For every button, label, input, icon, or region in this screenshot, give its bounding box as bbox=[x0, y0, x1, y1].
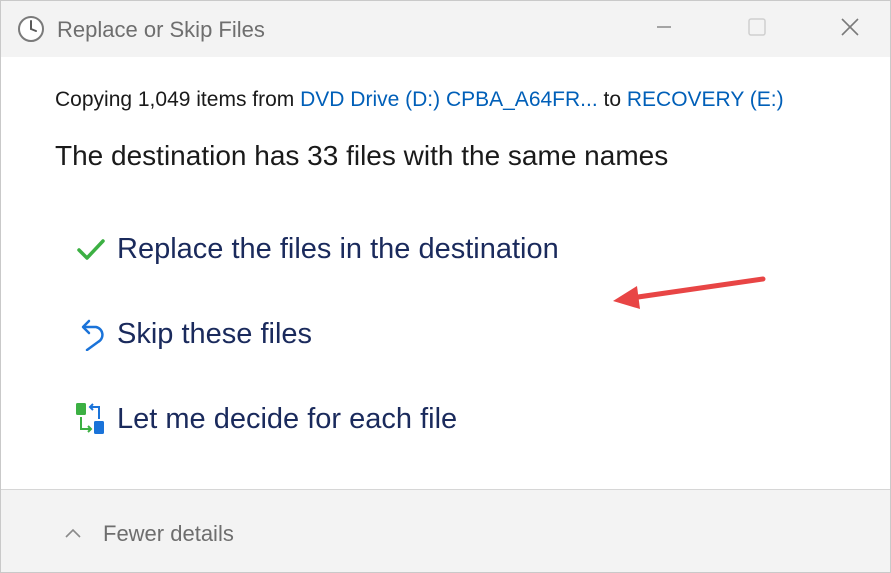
conflict-heading: The destination has 33 files with the sa… bbox=[55, 140, 669, 171]
maximize-icon bbox=[746, 16, 768, 43]
copy-prefix: Copying 1,049 items from bbox=[55, 88, 301, 111]
chevron-up-icon bbox=[61, 522, 85, 546]
replace-files-label: Replace the files in the destination bbox=[117, 233, 559, 265]
skip-files-label: Skip these files bbox=[117, 318, 313, 350]
fewer-details-label: Fewer details bbox=[103, 521, 234, 546]
copy-summary: Copying 1,049 items from DVD Drive (D:) … bbox=[55, 87, 784, 113]
clock-icon bbox=[15, 13, 47, 45]
source-link[interactable]: DVD Drive (D:) CPBA_A64FR... bbox=[300, 88, 598, 111]
checkmark-icon bbox=[73, 231, 109, 267]
minimize-icon bbox=[654, 17, 674, 42]
destination-link[interactable]: RECOVERY (E:) bbox=[627, 88, 784, 111]
fewer-details-toggle[interactable]: Fewer details bbox=[61, 520, 234, 548]
dialog-footer: Fewer details bbox=[1, 490, 890, 572]
replace-files-option[interactable]: Replace the files in the destination bbox=[73, 224, 559, 274]
window-title: Replace or Skip Files bbox=[57, 17, 265, 42]
compare-files-icon bbox=[73, 401, 109, 437]
skip-files-option[interactable]: Skip these files bbox=[73, 309, 312, 359]
dialog-content: Copying 1,049 items from DVD Drive (D:) … bbox=[1, 57, 890, 489]
close-button[interactable] bbox=[831, 11, 869, 47]
skip-undo-icon bbox=[73, 316, 109, 352]
maximize-button[interactable] bbox=[738, 11, 776, 47]
replace-skip-dialog: Replace or Skip Files Copying 1,049 item… bbox=[0, 0, 891, 573]
red-arrow-icon bbox=[609, 272, 769, 314]
title-bar[interactable]: Replace or Skip Files bbox=[1, 1, 890, 57]
copy-middle: to bbox=[597, 88, 627, 111]
close-icon bbox=[839, 16, 861, 43]
decide-each-file-label: Let me decide for each file bbox=[117, 403, 458, 435]
minimize-button[interactable] bbox=[645, 11, 683, 47]
decide-each-file-option[interactable]: Let me decide for each file bbox=[73, 394, 457, 444]
